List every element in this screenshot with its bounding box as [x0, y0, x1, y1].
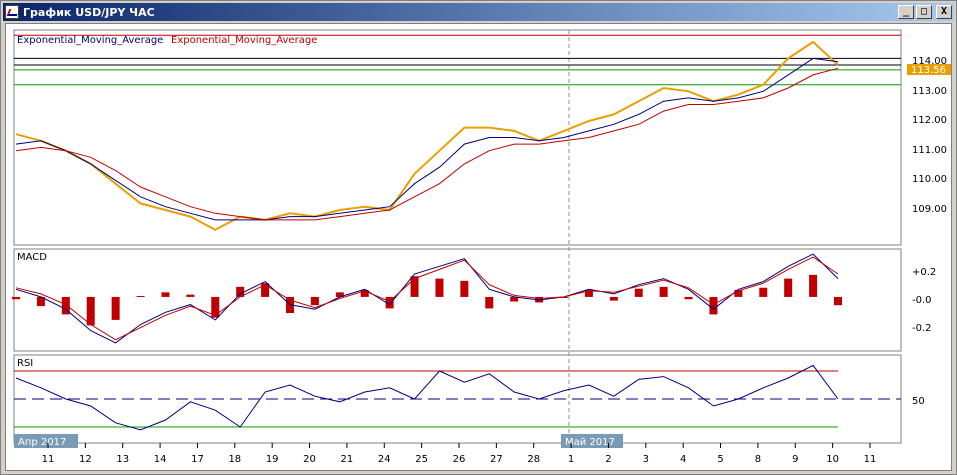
macd-panel-frame — [13, 248, 902, 352]
chart-app-icon — [5, 5, 19, 19]
macd-histogram-bar — [684, 296, 693, 300]
day-label: 13 — [116, 454, 129, 465]
price-panel-frame — [13, 29, 902, 246]
macd-histogram-bar — [709, 296, 718, 315]
rsi-tick: 50 — [912, 396, 925, 407]
day-label: 14 — [154, 454, 167, 465]
day-label: 25 — [415, 454, 428, 465]
day-label: 11 — [42, 454, 55, 465]
day-label: 26 — [453, 454, 466, 465]
day-label: 5 — [717, 454, 723, 465]
macd-histogram-bar — [659, 286, 668, 297]
window-title: График USD/JPY ЧАС — [23, 5, 155, 19]
macd-histogram-bar — [460, 280, 469, 297]
day-label: 9 — [792, 454, 798, 465]
price-tick: 113.00 — [912, 86, 947, 97]
price-tick: 111.00 — [912, 145, 947, 156]
macd-histogram-bar — [136, 296, 145, 298]
day-label: 11 — [864, 454, 877, 465]
day-label: 20 — [303, 454, 316, 465]
rsi-label: RSI — [17, 358, 33, 369]
macd-histogram-bar — [759, 287, 768, 297]
macd-histogram-bar — [784, 278, 793, 297]
close-button[interactable]: X — [936, 5, 952, 19]
day-label: 27 — [490, 454, 503, 465]
macd-histogram-bar — [161, 292, 170, 297]
price-tick: 110.00 — [912, 174, 947, 185]
day-label: 8 — [755, 454, 761, 465]
day-label: 4 — [680, 454, 686, 465]
price-tick: 109.00 — [912, 204, 947, 215]
day-label: 18 — [228, 454, 241, 465]
macd-histogram-bar — [435, 278, 444, 297]
minimize-button[interactable]: _ — [898, 5, 914, 19]
day-label: 1 — [568, 454, 574, 465]
day-label: 21 — [341, 454, 354, 465]
macd-histogram-bar — [310, 296, 319, 306]
macd-tick: -0.0 — [912, 295, 932, 306]
macd-histogram-bar — [834, 296, 842, 306]
ema-fast-label: Exponential_Moving_Average — [17, 35, 163, 46]
macd-histogram-bar — [86, 296, 95, 326]
day-label: 24 — [378, 454, 391, 465]
macd-histogram-bar — [111, 296, 120, 320]
chart-area[interactable]: Exponential_Moving_Average Exponential_M… — [5, 23, 952, 471]
macd-histogram-bar — [634, 288, 643, 297]
macd-label: MACD — [17, 252, 47, 263]
macd-histogram-bar — [485, 296, 494, 309]
day-label: 10 — [826, 454, 839, 465]
chart-canvas[interactable]: Exponential_Moving_Average Exponential_M… — [6, 24, 951, 470]
day-label: 12 — [79, 454, 92, 465]
title-bar[interactable]: График USD/JPY ЧАС _ □ X — [3, 3, 954, 21]
macd-histogram-bar — [609, 296, 618, 301]
price-tick: 112.00 — [912, 115, 947, 126]
current-price-value: 113.56 — [911, 65, 946, 76]
time-axis: 11 12 13 14 17 18 19 20 21 24 25 26 27 28 1 2 3 4 5 8 9 10 11 — [42, 443, 877, 465]
chart-window: График USD/JPY ЧАС _ □ X Exponential_Mov… — [0, 0, 957, 475]
day-label: 17 — [191, 454, 204, 465]
macd-histogram-bar — [186, 294, 195, 297]
day-label: 2 — [605, 454, 611, 465]
macd-histogram-bar — [12, 296, 20, 300]
month-label-may: Май 2017 — [565, 437, 615, 448]
macd-tick: -0.2 — [912, 323, 932, 334]
macd-histogram-bar — [809, 274, 818, 297]
month-label-apr: Апр 2017 — [18, 437, 66, 448]
macd-histogram-bar — [410, 276, 419, 297]
day-label: 3 — [643, 454, 649, 465]
day-label: 19 — [266, 454, 279, 465]
ema-slow-label: Exponential_Moving_Average — [171, 35, 317, 46]
day-label: 28 — [527, 454, 540, 465]
maximize-button[interactable]: □ — [916, 5, 932, 19]
macd-tick: +0.2 — [912, 267, 936, 278]
